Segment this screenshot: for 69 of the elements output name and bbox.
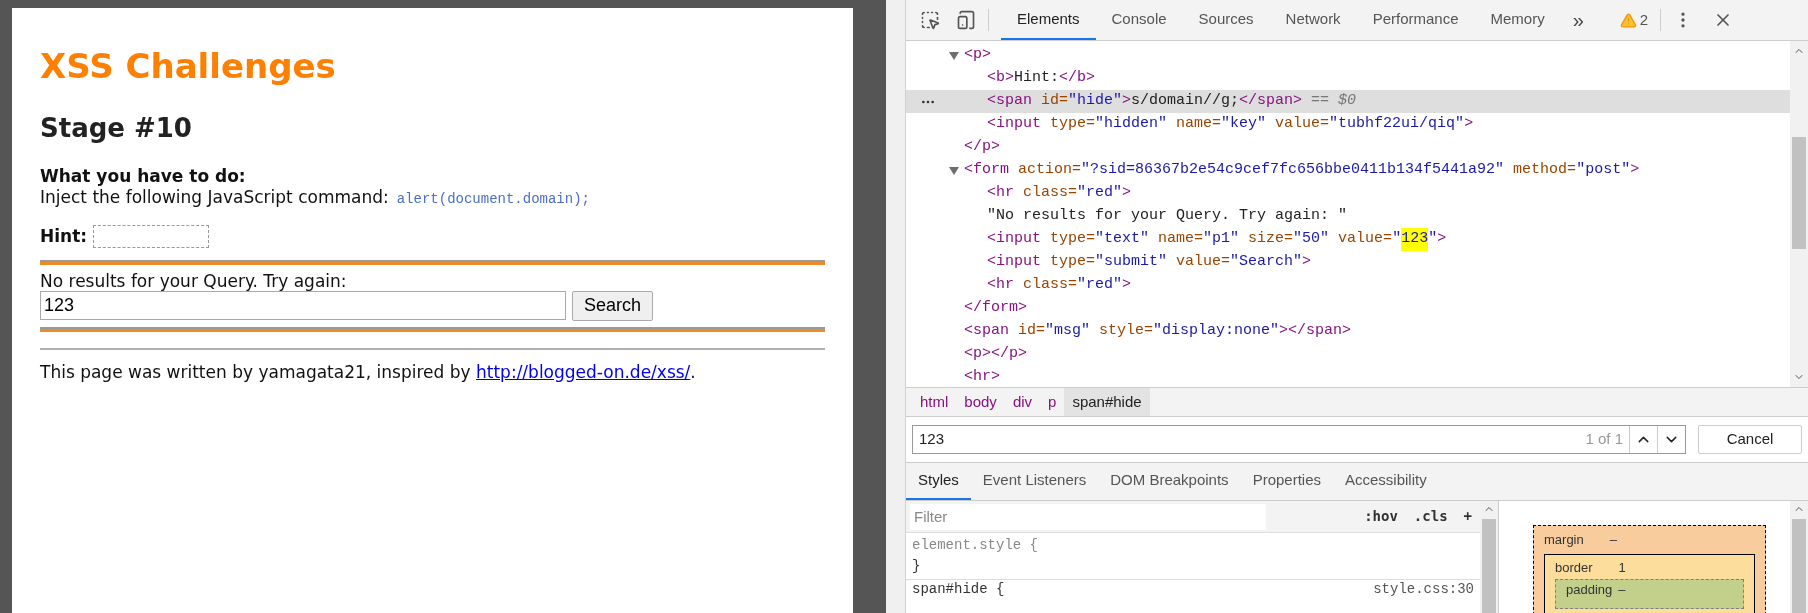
dom-tree-row[interactable]: <span id="hide">s/domain//g;</span> == $0: [906, 90, 1790, 113]
style-toggle-button[interactable]: +: [1455, 506, 1480, 527]
dom-tree-row[interactable]: <hr class="red">: [906, 182, 1790, 205]
panel-tab[interactable]: Event Listeners: [970, 463, 1099, 500]
footer-link[interactable]: http://blogged-on.de/xss/: [476, 361, 691, 382]
dom-tree-row[interactable]: <b>Hint:</b>: [906, 67, 1790, 90]
scrollbar-thumb[interactable]: [1792, 519, 1806, 613]
search-button[interactable]: Search: [572, 290, 654, 321]
expanded-triangle-icon[interactable]: [949, 166, 959, 175]
breadcrumb-item[interactable]: div: [1004, 388, 1041, 416]
dom-tree-row[interactable]: <hr>: [906, 366, 1790, 387]
page-title: XSS Challenges: [40, 48, 337, 84]
padding-value: –: [1618, 581, 1626, 599]
dom-tree-row[interactable]: <p></p>: [906, 343, 1790, 366]
dom-tree-row[interactable]: </p>: [906, 136, 1790, 159]
scrollbar-thumb[interactable]: [1482, 519, 1496, 613]
border-label: border: [1555, 558, 1593, 577]
query-input[interactable]: 123: [40, 291, 566, 320]
filter-field[interactable]: Filter: [910, 503, 1266, 530]
padding-label: padding: [1566, 581, 1613, 599]
dom-tree-row[interactable]: <hr class="red">: [906, 274, 1790, 297]
footer-text: This page was written by yamagata21, inspired by http://blogged-on.de/xss/.: [40, 360, 697, 384]
dom-tree-row[interactable]: "No results for your Query. Try again: ": [906, 205, 1790, 228]
border-value: 1: [1618, 558, 1626, 577]
devtools-tab[interactable]: Performance: [1356, 0, 1475, 40]
query-message: No results for your Query. Try again:: [40, 270, 348, 291]
style-toggle-button[interactable]: .cls: [1405, 506, 1456, 527]
dom-tree-row[interactable]: <p>: [906, 44, 1790, 67]
dom-tree-row[interactable]: <form action="?sid=86367b2e54c9cef7fc656bbe0411b134f5441a92" method="post">: [906, 159, 1790, 182]
devtools-tab[interactable]: Network: [1269, 0, 1357, 40]
rule-selector: element.style {: [912, 536, 1040, 555]
dom-tree-row[interactable]: <input type="text" name="p1" size="50" value="123">: [906, 228, 1790, 251]
task-text: Inject the following JavaScript command:: [40, 186, 389, 208]
scrollbar-thumb[interactable]: [1792, 137, 1806, 249]
dom-tree-row[interactable]: <span id="msg" style="display:none"></span>: [906, 320, 1790, 343]
hint-label: Hint:: [40, 225, 88, 248]
panel-tab[interactable]: Properties: [1240, 463, 1333, 500]
panel-tab[interactable]: Accessibility: [1333, 463, 1439, 500]
margin-value: –: [1609, 531, 1617, 549]
task-heading: What you have to do:: [40, 166, 247, 186]
devtools-tab[interactable]: Elements: [1001, 0, 1096, 40]
devtools-tab[interactable]: Sources: [1182, 0, 1270, 40]
panel-tab[interactable]: DOM Breakpoints: [1098, 463, 1241, 500]
rule-selector: span#hide {: [912, 580, 1005, 598]
find-field[interactable]: 123 1 of 1: [912, 425, 1686, 454]
expanded-triangle-icon[interactable]: [949, 51, 959, 60]
dom-tree-row[interactable]: </form>: [906, 297, 1790, 320]
cancel-button[interactable]: Cancel: [1698, 425, 1802, 454]
inspect-element-icon[interactable]: [920, 10, 940, 30]
breadcrumb-item[interactable]: html: [912, 388, 957, 416]
devtools-tab[interactable]: Memory: [1474, 0, 1561, 40]
javascript-command: alert(document.domain);: [396, 190, 590, 209]
match-count: 1 of 1: [1584, 429, 1624, 450]
warning-count: 2: [1639, 9, 1649, 30]
devtools-tab[interactable]: Console: [1095, 0, 1183, 40]
more-tabs-button[interactable]: »: [1560, 5, 1596, 35]
breadcrumb-item[interactable]: body: [956, 388, 1005, 416]
scrollbar[interactable]: [1790, 41, 1808, 387]
rule-source-link[interactable]: style.css:30: [1373, 580, 1474, 598]
rule-close: }: [912, 557, 922, 576]
margin-label: margin: [1544, 531, 1584, 549]
style-toggle-button[interactable]: :hov: [1356, 506, 1406, 527]
breadcrumb-item[interactable]: p: [1040, 388, 1065, 416]
dom-tree-row[interactable]: <input type="submit" value="Search">: [906, 251, 1790, 274]
device-toolbar-icon[interactable]: [956, 10, 976, 30]
stage-heading: Stage #10: [40, 114, 193, 142]
breadcrumb-item[interactable]: span#hide: [1064, 388, 1150, 416]
dom-tree-row[interactable]: <input type="hidden" name="key" value="tubhf22ui/qiq">: [906, 113, 1790, 136]
warning-icon[interactable]: [1619, 11, 1637, 29]
